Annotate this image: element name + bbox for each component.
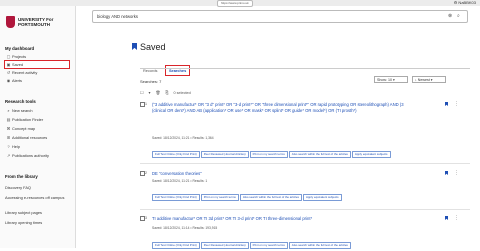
sidebar-item-label: Publication Finder: [12, 117, 44, 122]
book-icon: ▤: [6, 117, 11, 122]
search-icon: ⌕: [7, 108, 10, 113]
filter-chip[interactable]: Print on my search terms: [200, 194, 239, 201]
filter-chips: Full Text Online (Only Find Print) Print …: [152, 185, 462, 203]
sidebar-item-label: Publications authority: [12, 153, 49, 158]
bookmark-icon[interactable]: [445, 216, 448, 220]
sidebar-item-label: Help: [12, 144, 21, 149]
sort-select-value: Newest: [417, 78, 430, 82]
filter-chip[interactable]: Also search within the full text of the …: [288, 151, 351, 158]
sidebar-item-label: Projects: [12, 54, 27, 59]
sidebar-item-label: Alerts: [12, 78, 22, 83]
sidebar-item-alerts[interactable]: ◉ Alerts: [5, 77, 69, 84]
library-link-opening-times[interactable]: Library opening times: [5, 220, 69, 226]
sidebar-item-label: Recent activity: [12, 70, 38, 75]
row-number: 2: [145, 170, 147, 175]
main-content: biology AND networks ⊗ ⌕ Saved Records S…: [76, 6, 480, 251]
selected-count: 0 selected: [173, 91, 191, 95]
library-link-discovery-faq[interactable]: Discovery FAQ: [5, 185, 69, 191]
sidebar-item-concept-map[interactable]: ⌘ Concept map: [5, 125, 69, 132]
external-link-icon: ↗: [6, 153, 11, 158]
sort-arrow-icon: ↓: [415, 78, 417, 82]
row-divider: [140, 163, 470, 164]
page-title: Saved: [140, 42, 166, 52]
filter-chips: Full Text Online (Only Find Print) Peer R…: [152, 233, 462, 251]
copy-icon[interactable]: ⎘: [165, 91, 168, 95]
filter-chip[interactable]: Apply equivalent subjects: [302, 194, 342, 201]
resources-icon: ⊞: [6, 135, 11, 140]
filter-chip[interactable]: Full Text Online (Only Find Print): [152, 151, 200, 158]
more-options-icon[interactable]: ⋮: [454, 170, 459, 176]
searches-count: Searches: 7: [140, 79, 162, 84]
sort-select[interactable]: ↓ Newest ▾: [412, 76, 446, 83]
sidebar-item-projects[interactable]: ▢ Projects: [5, 53, 69, 60]
search-input[interactable]: biology AND networks: [97, 11, 138, 22]
more-options-icon[interactable]: ⋮: [454, 101, 459, 107]
alerts-icon: ◉: [6, 78, 11, 83]
sidebar-item-publications-authority[interactable]: ↗ Publications authority: [5, 152, 69, 159]
row-number: 3: [145, 215, 147, 220]
more-options-icon[interactable]: ⋮: [454, 215, 459, 221]
row-divider: [140, 209, 470, 210]
delete-icon[interactable]: 🗑: [155, 91, 160, 95]
saved-meta: Saved: 18/12/2024, 11:21 • Results: 1: [152, 179, 208, 183]
row-number: 1: [145, 101, 147, 106]
bookmark-icon[interactable]: [445, 102, 448, 106]
library-link-off-campus[interactable]: Accessing e-resources off campus: [5, 195, 69, 201]
sidebar-item-label: Saved: [12, 62, 24, 67]
projects-icon: ▢: [6, 54, 11, 59]
saved-search-query[interactable]: ("3 additive manufactur* OR "3 d" print*…: [152, 102, 417, 113]
sidebar-item-additional-resources[interactable]: ⊞ Additional resources: [5, 134, 69, 141]
sidebar-item-help[interactable]: ? Help: [5, 143, 69, 150]
filter-chip[interactable]: Apply equivalent subjects: [351, 151, 391, 158]
tab-divider: [140, 68, 470, 69]
saved-meta: Saved: 18/12/2024, 11:14 • Results: 193,…: [152, 226, 218, 230]
library-link-subject-pages[interactable]: Library subject pages: [5, 210, 69, 216]
sidebar: UNIVERSITY For PORTSMOUTH My dashboard ▢…: [0, 6, 76, 248]
show-select-value: Show: 10: [377, 78, 392, 82]
help-icon: ?: [7, 144, 10, 149]
filter-chip[interactable]: Full Text Online (Only Find Print): [152, 194, 200, 201]
sidebar-item-label: New search: [12, 108, 33, 113]
concept-map-icon: ⌘: [6, 126, 11, 131]
bookmark-icon: [132, 43, 137, 50]
sidebar-item-new-search[interactable]: ⌕ New search: [5, 107, 69, 114]
clear-icon[interactable]: ⊗: [448, 11, 452, 22]
filter-chips: Full Text Online (Only Find Print) Peer R…: [152, 142, 462, 160]
tab-searches[interactable]: Searches: [164, 65, 191, 76]
search-icon[interactable]: ⌕: [457, 11, 460, 22]
show-select[interactable]: Show: 10 ▾: [374, 76, 408, 83]
history-icon: ↺: [6, 70, 11, 75]
saved-meta: Saved: 18/12/2024, 11:21 • Results: 1,36…: [152, 136, 214, 140]
search-bar[interactable]: biology AND networks ⊗ ⌕: [92, 10, 468, 23]
research-tools-heading: Research tools: [5, 99, 36, 104]
filter-chip[interactable]: Also search within the full text of the …: [239, 194, 302, 201]
select-all-checkbox[interactable]: ☐: [140, 91, 143, 95]
crest-icon: [6, 16, 15, 28]
sidebar-item-publication-finder[interactable]: ▤ Publication Finder: [5, 116, 69, 123]
bookmark-icon[interactable]: [445, 171, 448, 175]
saved-search-query[interactable]: TI additive manufactur* OR TI 3d print* …: [152, 216, 417, 222]
bulk-actions: ☐ ▾ 🗑 ⎘ 0 selected: [140, 91, 195, 96]
filter-chip[interactable]: Print on my search terms: [249, 151, 288, 158]
sidebar-item-label: Concept map: [12, 126, 36, 131]
filter-chip[interactable]: Peer Reviewed (Journal Articles): [200, 151, 249, 158]
sidebar-item-saved[interactable]: ▣ Saved: [4, 60, 70, 69]
saved-icon: ▣: [6, 62, 11, 67]
sidebar-item-label: Additional resources: [12, 135, 48, 140]
tab-bar: Records Searches: [140, 59, 191, 76]
sidebar-item-recent-activity[interactable]: ↺ Recent activity: [5, 69, 69, 76]
my-dashboard-heading: My dashboard: [5, 46, 35, 51]
logo-text: UNIVERSITY For PORTSMOUTH: [18, 17, 54, 27]
from-library-heading: From the library: [5, 174, 38, 179]
chevron-down-icon[interactable]: ▾: [148, 91, 150, 95]
university-logo[interactable]: UNIVERSITY For PORTSMOUTH: [6, 16, 61, 36]
saved-search-query[interactable]: DE "conversation theories": [152, 171, 417, 177]
